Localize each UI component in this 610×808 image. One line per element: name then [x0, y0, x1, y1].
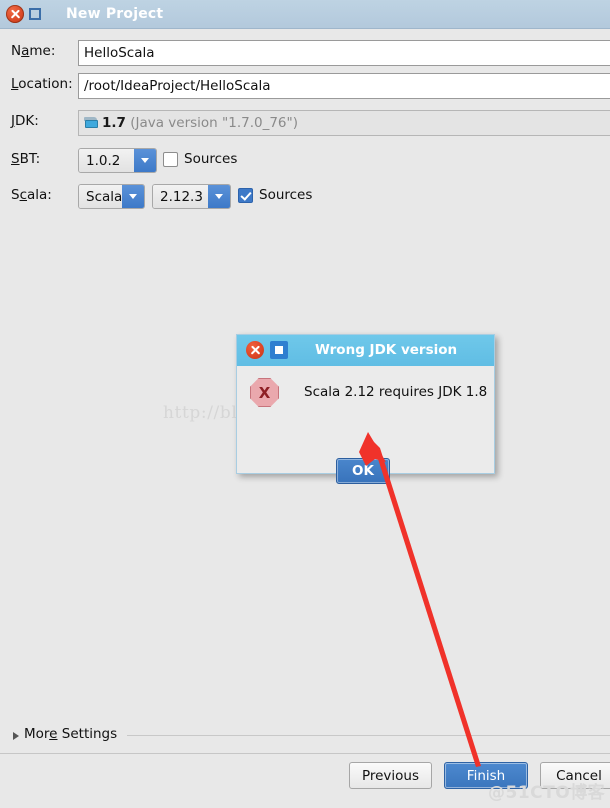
sbt-sources-checkbox[interactable]: Sources	[163, 151, 237, 167]
more-settings-toggle[interactable]: More Settings	[0, 726, 610, 748]
main-window-titlebar: New Project	[0, 0, 610, 29]
close-icon[interactable]	[6, 5, 24, 23]
scala-sources-label: Sources	[259, 187, 313, 203]
chevron-down-icon[interactable]	[208, 185, 230, 208]
sbt-sources-label: Sources	[184, 151, 238, 167]
chevron-down-icon[interactable]	[122, 185, 144, 208]
scala-label: Scala:	[11, 187, 52, 203]
footer-separator	[0, 753, 610, 754]
chevron-right-icon	[13, 732, 19, 740]
more-settings-label: More Settings	[24, 726, 118, 742]
window-title: New Project	[66, 6, 164, 22]
dialog-body: X Scala 2.12 requires JDK 1.8 OK	[238, 366, 493, 484]
jdk-label: JDK:	[11, 113, 39, 129]
maximize-square-icon[interactable]	[270, 341, 288, 359]
location-input[interactable]: /root/IdeaProject/HelloScala	[78, 73, 610, 99]
name-input[interactable]: HelloScala	[78, 40, 610, 66]
close-icon[interactable]	[246, 341, 264, 359]
finish-button[interactable]: Finish	[444, 762, 528, 789]
scala-version-value: 2.12.3	[153, 185, 208, 208]
name-label: Name:	[11, 43, 56, 59]
scala-kind-value: Scala	[79, 185, 123, 208]
field-row-scala: Scala: Scala 2.12.3 Sources	[0, 184, 610, 210]
dialog-message: Scala 2.12 requires JDK 1.8	[304, 384, 488, 400]
field-row-name: Name: HelloScala	[0, 40, 610, 66]
field-row-jdk: JDK: 1.7 (Java version "1.7.0_76")	[0, 110, 610, 136]
maximize-square-icon[interactable]	[29, 8, 41, 20]
jdk-detail: (Java version "1.7.0_76")	[130, 115, 298, 131]
ok-button[interactable]: OK	[336, 458, 390, 484]
separator-line	[127, 735, 610, 736]
field-row-sbt: SBT: 1.0.2 Sources	[0, 148, 610, 174]
scala-sources-checkbox[interactable]: Sources	[238, 187, 312, 203]
checkbox-box	[238, 187, 253, 203]
scala-kind-dropdown[interactable]: Scala	[78, 184, 145, 209]
previous-button[interactable]: Previous	[349, 762, 432, 789]
jdk-selector[interactable]: 1.7 (Java version "1.7.0_76")	[78, 110, 610, 136]
jdk-version: 1.7	[102, 115, 126, 131]
jdk-module-icon	[84, 117, 98, 129]
checkbox-box	[163, 151, 178, 167]
dialog-titlebar: Wrong JDK version	[237, 335, 494, 366]
chevron-down-icon[interactable]	[134, 149, 156, 172]
location-label: Location:	[11, 76, 73, 92]
dialog-title: Wrong JDK version	[315, 342, 458, 358]
wrong-jdk-version-dialog: Wrong JDK version X Scala 2.12 requires …	[236, 334, 495, 484]
scala-version-dropdown[interactable]: 2.12.3	[152, 184, 231, 209]
sbt-label: SBT:	[11, 151, 41, 167]
error-octagon-icon: X	[250, 378, 279, 407]
sbt-version-value: 1.0.2	[79, 149, 134, 172]
field-row-location: Location: /root/IdeaProject/HelloScala	[0, 73, 610, 99]
sbt-version-dropdown[interactable]: 1.0.2	[78, 148, 157, 173]
cancel-button[interactable]: Cancel	[540, 762, 610, 789]
